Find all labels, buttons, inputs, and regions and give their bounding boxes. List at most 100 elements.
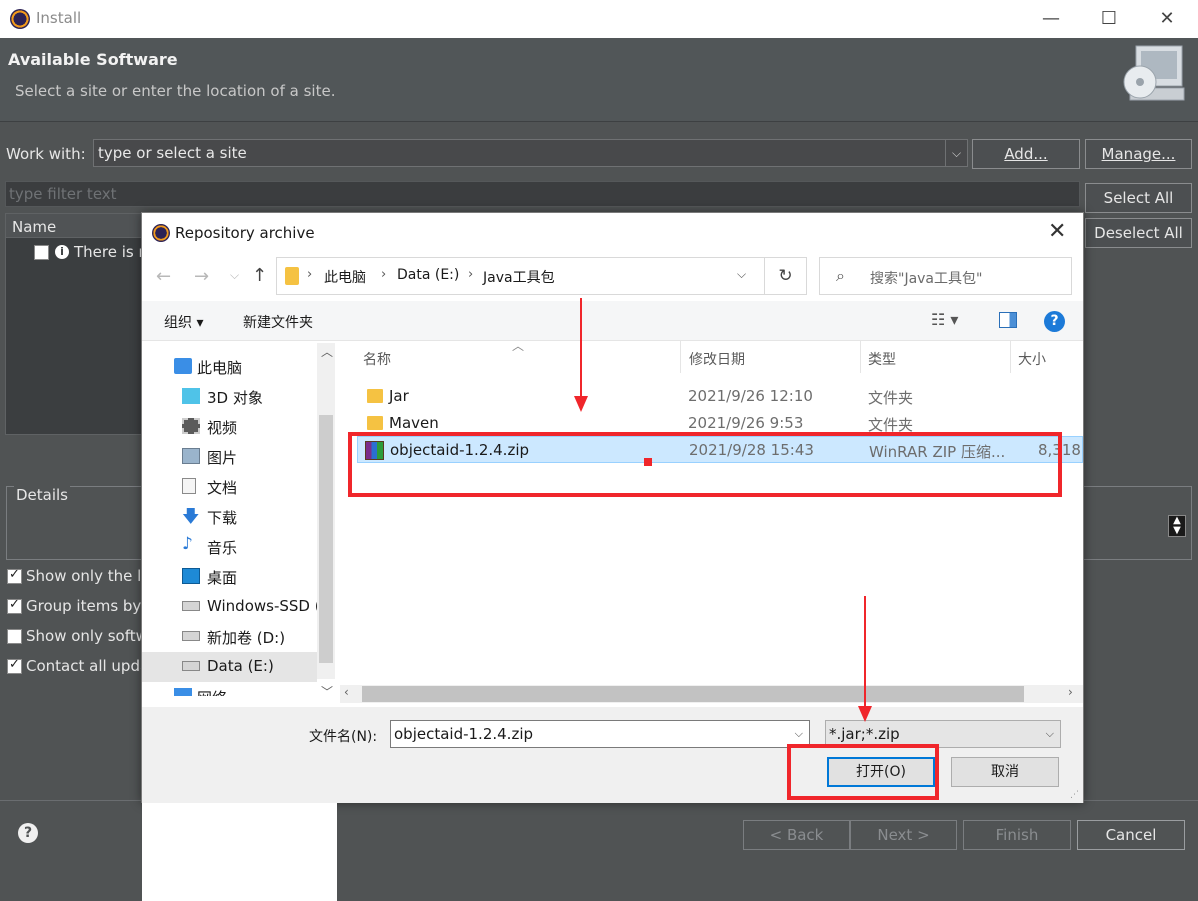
scroll-down-icon[interactable]: ﹀ (321, 683, 333, 700)
search-placeholder: 搜索"Java工具包" (870, 271, 983, 287)
refresh-icon[interactable]: ↻ (765, 257, 807, 295)
up-arrow-icon[interactable]: ↑ (252, 265, 267, 286)
dialog-close-button[interactable]: ✕ (1048, 219, 1066, 244)
nav-item-drive-e[interactable]: Data (E:) (142, 652, 317, 682)
file-name: Jar (389, 387, 409, 405)
nav-scrollbar[interactable]: ︿ ﹀ (317, 343, 335, 699)
eclipse-icon (10, 9, 30, 29)
column-header-size[interactable]: 大小 (1018, 349, 1046, 385)
details-scroll-icon[interactable]: ▲ ▼ (1168, 515, 1186, 537)
work-with-value: type or select a site (98, 144, 247, 162)
nav-item-label: 桌面 (207, 569, 238, 587)
nav-item-music[interactable]: ♪ 音乐 (142, 532, 317, 562)
option-checkbox-group[interactable] (7, 597, 22, 614)
breadcrumb-java-tools[interactable]: Java工具包 (483, 267, 555, 287)
software-tree[interactable]: Name i There is n (5, 213, 148, 435)
annotation-arrowhead (858, 706, 872, 722)
file-type: 文件夹 (868, 389, 914, 407)
nav-scroll-thumb[interactable] (319, 415, 333, 663)
breadcrumb-this-pc[interactable]: 此电脑 (324, 267, 366, 287)
nav-item-label: Windows-SSD ( (207, 597, 321, 615)
picture-icon (182, 448, 200, 464)
nav-item-network[interactable]: 网络 (142, 682, 317, 696)
file-date: 2021/9/26 9:53 (688, 414, 804, 432)
forward-arrow-icon[interactable]: → (194, 266, 209, 287)
page-subtitle: Select a site or enter the location of a… (15, 82, 336, 100)
breadcrumb-data-drive[interactable]: Data (E:) (397, 267, 459, 283)
hscroll-thumb[interactable] (362, 686, 1024, 702)
back-button[interactable]: < Back (743, 820, 850, 850)
nav-item-3d-objects[interactable]: 3D 对象 (142, 382, 317, 412)
option-checkbox-latest[interactable] (7, 567, 22, 584)
close-button[interactable]: ✕ (1138, 0, 1196, 38)
file-row-jar[interactable]: Jar 2021/9/26 12:10 文件夹 (357, 383, 1083, 410)
column-divider (860, 341, 861, 373)
add-button[interactable]: Add... (972, 139, 1080, 169)
back-arrow-icon[interactable]: ← (156, 266, 171, 287)
address-bar[interactable]: › 此电脑 › Data (E:) › Java工具包 ⌵ (276, 257, 765, 295)
manage-button[interactable]: Manage... (1085, 139, 1192, 169)
minimize-button[interactable]: — (1022, 0, 1080, 38)
nav-item-this-pc[interactable]: 此电脑 (142, 352, 317, 382)
manage-button-label: Manage... (1101, 145, 1176, 163)
breadcrumb-separator-icon: › (307, 267, 313, 282)
column-header-date[interactable]: 修改日期 (689, 349, 745, 385)
deselect-all-button[interactable]: Deselect All (1085, 218, 1192, 248)
select-all-button[interactable]: Select All (1085, 183, 1192, 213)
filename-value: objectaid-1.2.4.zip (394, 725, 534, 743)
filename-input[interactable]: objectaid-1.2.4.zip ⌵ (390, 720, 810, 748)
nav-item-label: 视频 (207, 419, 238, 437)
work-with-combo[interactable]: type or select a site ⌵ (93, 139, 968, 167)
resize-grip-icon[interactable]: ⋰ (1070, 790, 1079, 800)
address-dropdown-icon[interactable]: ⌵ (737, 267, 746, 282)
download-icon: 🡇 (182, 507, 200, 527)
preview-pane-icon[interactable] (999, 312, 1017, 328)
next-button[interactable]: Next > (850, 820, 957, 850)
select-all-label: Select All (1103, 189, 1174, 207)
option-checkbox-software[interactable] (7, 629, 22, 644)
search-input[interactable]: ⌕ 搜索"Java工具包" (819, 257, 1072, 295)
nav-item-label: 此电脑 (197, 359, 243, 377)
new-folder-button[interactable]: 新建文件夹 (243, 312, 313, 332)
option-checkbox-contact[interactable] (7, 657, 22, 674)
scroll-right-icon[interactable]: › (1068, 685, 1073, 699)
column-header-name[interactable]: 名称 (363, 349, 391, 385)
finish-button[interactable]: Finish (963, 820, 1071, 850)
chevron-down-icon[interactable]: ⌵ (945, 140, 967, 166)
file-list-hscrollbar[interactable]: ‹ › (340, 685, 1083, 703)
organize-menu[interactable]: 组织 ▾ (164, 312, 203, 332)
nav-item-downloads[interactable]: 🡇 下载 (142, 502, 317, 532)
document-icon (182, 478, 196, 494)
column-divider (680, 341, 681, 373)
dialog-cancel-button[interactable]: 取消 (951, 757, 1059, 787)
help-icon[interactable]: ? (18, 823, 38, 843)
file-name: Maven (389, 414, 439, 432)
nav-item-documents[interactable]: 文档 (142, 472, 317, 502)
view-options-icon[interactable]: ☷ ▾ (931, 310, 958, 329)
recent-chevron-icon[interactable]: ⌵ (230, 268, 239, 283)
scroll-left-icon[interactable]: ‹ (344, 685, 349, 699)
maximize-button[interactable]: ☐ (1080, 0, 1138, 38)
repository-archive-dialog: Repository archive ✕ ← → ⌵ ↑ › 此电脑 › Dat… (141, 212, 1084, 901)
network-icon (174, 688, 192, 696)
filter-input[interactable]: type filter text (5, 181, 1080, 207)
nav-item-pictures[interactable]: 图片 (142, 442, 317, 472)
cancel-button[interactable]: Cancel (1077, 820, 1185, 850)
dialog-title: Repository archive (175, 224, 315, 242)
scroll-up-icon[interactable]: ︿ (321, 343, 333, 360)
drive-icon (182, 661, 200, 671)
name-column-header[interactable]: Name (6, 214, 146, 238)
dialog-toolbar: 组织 ▾ 新建文件夹 ☷ ▾ (142, 301, 1083, 341)
nav-item-windows-ssd[interactable]: Windows-SSD ( (142, 592, 321, 622)
nav-item-desktop[interactable]: 桌面 (142, 562, 317, 592)
help-icon[interactable]: ? (1044, 311, 1065, 332)
chevron-down-icon[interactable]: ⌵ (795, 727, 803, 741)
folder-icon (367, 416, 383, 430)
nav-item-drive-d[interactable]: 新加卷 (D:) (142, 622, 317, 652)
breadcrumb-separator-icon: › (468, 267, 474, 282)
column-header-type[interactable]: 类型 (868, 349, 896, 385)
chevron-down-icon[interactable]: ⌵ (1046, 727, 1054, 741)
tree-item-checkbox[interactable] (34, 245, 49, 260)
nav-item-videos[interactable]: 视频 (142, 412, 317, 442)
breadcrumb-separator-icon: › (381, 267, 387, 282)
